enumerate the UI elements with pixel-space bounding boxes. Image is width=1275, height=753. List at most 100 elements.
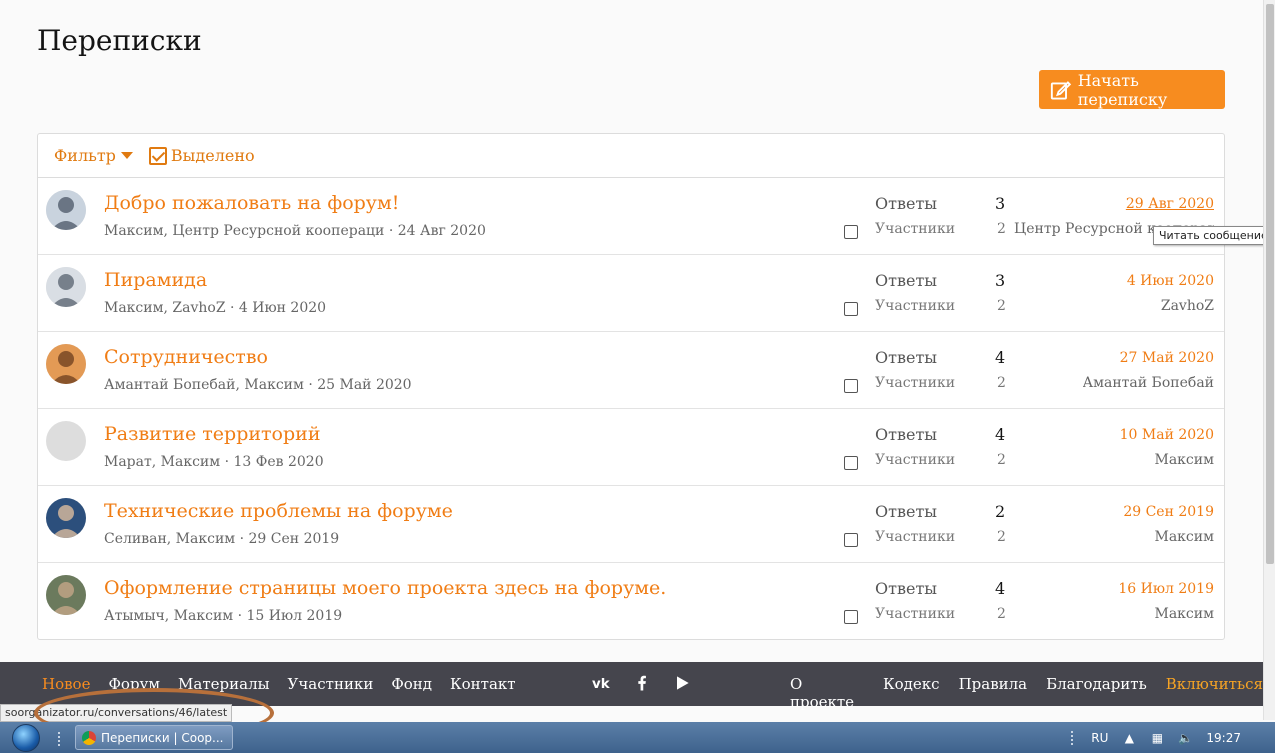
network-icon[interactable]: ▦ [1150, 731, 1164, 745]
members-count: 2 [997, 606, 1006, 622]
conversation-row[interactable]: Развитие территорий Марат, Максим · 13 Ф… [38, 409, 1224, 486]
last-message-date[interactable]: 16 Июл 2019 [1118, 581, 1214, 597]
tray-grip [1071, 730, 1077, 745]
footer-link[interactable]: Благодарить [1046, 675, 1147, 711]
conversation-participants: Амантай Бопебай, Максим · 25 Май 2020 [104, 377, 412, 393]
avatar[interactable] [46, 421, 86, 461]
language-indicator[interactable]: RU [1091, 731, 1108, 745]
scrollbar[interactable] [1263, 0, 1275, 720]
select-checkbox[interactable] [844, 533, 858, 547]
conversation-participants: Селиван, Максим · 29 Сен 2019 [104, 531, 340, 547]
scrollbar-thumb[interactable] [1266, 4, 1274, 564]
page-title: Переписки [37, 24, 202, 57]
compose-icon [1050, 80, 1072, 99]
avatar[interactable] [46, 190, 86, 230]
join-button[interactable]: Включиться [1166, 675, 1263, 711]
replies-label: Ответы [875, 348, 938, 367]
last-message-user[interactable]: Максим [1155, 529, 1215, 545]
replies-count: 3 [995, 271, 1006, 290]
conversation-participants: Марат, Максим · 13 Фев 2020 [104, 454, 324, 470]
footer-social: vk [592, 673, 692, 693]
filter-dropdown[interactable]: Фильтр [54, 146, 133, 165]
last-message-user[interactable]: Амантай Бопебай [1083, 375, 1214, 391]
footer: Новое Форум Материалы Участники Фонд Контакт … [0, 662, 1263, 711]
conversation-row[interactable]: Технические проблемы на форуме Селиван, … [38, 486, 1224, 563]
replies-label: Ответы [875, 194, 938, 213]
last-message-user[interactable]: Максим [1155, 606, 1215, 622]
taskbar-grip [58, 732, 64, 746]
footer-link[interactable]: Материалы [178, 675, 270, 693]
vk-icon[interactable]: vk [592, 673, 612, 693]
last-message-user[interactable]: ZavhoZ [1161, 298, 1214, 314]
conversation-row[interactable]: Сотрудничество Амантай Бопебай, Максим ·… [38, 332, 1224, 409]
start-conversation-button[interactable]: Начать переписку [1039, 70, 1225, 109]
members-count: 2 [997, 298, 1006, 314]
members-count: 2 [997, 375, 1006, 391]
select-checkbox[interactable] [844, 610, 858, 624]
youtube-icon[interactable] [672, 673, 692, 693]
members-label: Участники [875, 529, 956, 545]
volume-icon[interactable]: 🔈 [1178, 731, 1193, 745]
clock[interactable]: 19:27 [1206, 731, 1241, 745]
members-count: 2 [997, 452, 1006, 468]
members-label: Участники [875, 452, 956, 468]
last-message-date[interactable]: 29 Сен 2019 [1123, 504, 1214, 520]
windows-logo-icon [12, 723, 40, 752]
start-button[interactable] [6, 722, 46, 753]
tooltip: Читать сообщение [1153, 226, 1274, 245]
replies-count: 4 [995, 579, 1006, 598]
conversation-title[interactable]: Пирамида [104, 269, 207, 291]
last-message-user[interactable]: Максим [1155, 452, 1215, 468]
footer-link[interactable]: Участники [288, 675, 374, 693]
facebook-icon[interactable] [632, 673, 652, 693]
start-conversation-label: Начать переписку [1077, 70, 1168, 109]
footer-link[interactable]: О проекте [790, 675, 864, 711]
avatar[interactable] [46, 267, 86, 307]
replies-count: 3 [995, 194, 1006, 213]
conversation-participants: Максим, ZavhoZ · 4 Июн 2020 [104, 300, 327, 316]
footer-right-nav: О проекте Кодекс Правила Благодарить Включит… [790, 675, 1263, 711]
conversation-participants: Максим, Центр Ресурсной коопераци · 24 А… [104, 223, 486, 239]
last-message-date[interactable]: 27 Май 2020 [1120, 350, 1214, 366]
footer-link[interactable]: Фонд [391, 675, 432, 693]
conversation-title[interactable]: Технические проблемы на форуме [104, 500, 453, 522]
conversation-title[interactable]: Оформление страницы моего проекта здесь … [104, 577, 666, 599]
avatar[interactable] [46, 575, 86, 615]
members-count: 2 [997, 529, 1006, 545]
checkbox-checked-icon [148, 146, 167, 165]
chevron-up-icon[interactable]: ▲ [1122, 731, 1136, 745]
footer-link[interactable]: Форум [108, 675, 160, 693]
select-checkbox[interactable] [844, 379, 858, 393]
last-message-date[interactable]: 10 Май 2020 [1120, 427, 1214, 443]
select-checkbox[interactable] [844, 302, 858, 316]
chrome-icon [82, 730, 96, 745]
footer-link[interactable]: Контакт [450, 675, 516, 693]
conversation-row[interactable]: Пирамида Максим, ZavhoZ · 4 Июн 2020 Отв… [38, 255, 1224, 332]
taskbar: Переписки | Соор... RU ▲ ▦ 🔈 19:27 [0, 722, 1275, 753]
members-label: Участники [875, 606, 956, 622]
last-message-date[interactable]: 29 Авг 2020 [1126, 196, 1214, 212]
conversation-title[interactable]: Сотрудничество [104, 346, 268, 368]
select-checkbox[interactable] [844, 225, 858, 239]
svg-text:vk: vk [592, 677, 611, 692]
replies-count: 4 [995, 425, 1006, 444]
taskbar-browser-item[interactable]: Переписки | Соор... [75, 725, 233, 750]
conversation-title[interactable]: Развитие территорий [104, 423, 320, 445]
select-checkbox[interactable] [844, 456, 858, 470]
selected-label: Выделено [170, 146, 255, 165]
selected-toggle[interactable]: Выделено [148, 146, 255, 165]
replies-count: 2 [995, 502, 1006, 521]
footer-left-nav: Новое Форум Материалы Участники Фонд Контакт [42, 675, 516, 693]
members-label: Участники [875, 375, 956, 391]
replies-label: Ответы [875, 425, 938, 444]
footer-link[interactable]: Правила [959, 675, 1028, 711]
conversation-title[interactable]: Добро пожаловать на форум! [104, 192, 399, 214]
last-message-date[interactable]: 4 Июн 2020 [1127, 273, 1214, 289]
conversation-row[interactable]: Оформление страницы моего проекта здесь … [38, 563, 1224, 640]
conversation-row[interactable]: Добро пожаловать на форум! Максим, Центр… [38, 178, 1224, 255]
filter-label: Фильтр [54, 146, 116, 165]
footer-link[interactable]: Новое [42, 675, 90, 693]
footer-link[interactable]: Кодекс [883, 675, 940, 711]
avatar[interactable] [46, 498, 86, 538]
avatar[interactable] [46, 344, 86, 384]
